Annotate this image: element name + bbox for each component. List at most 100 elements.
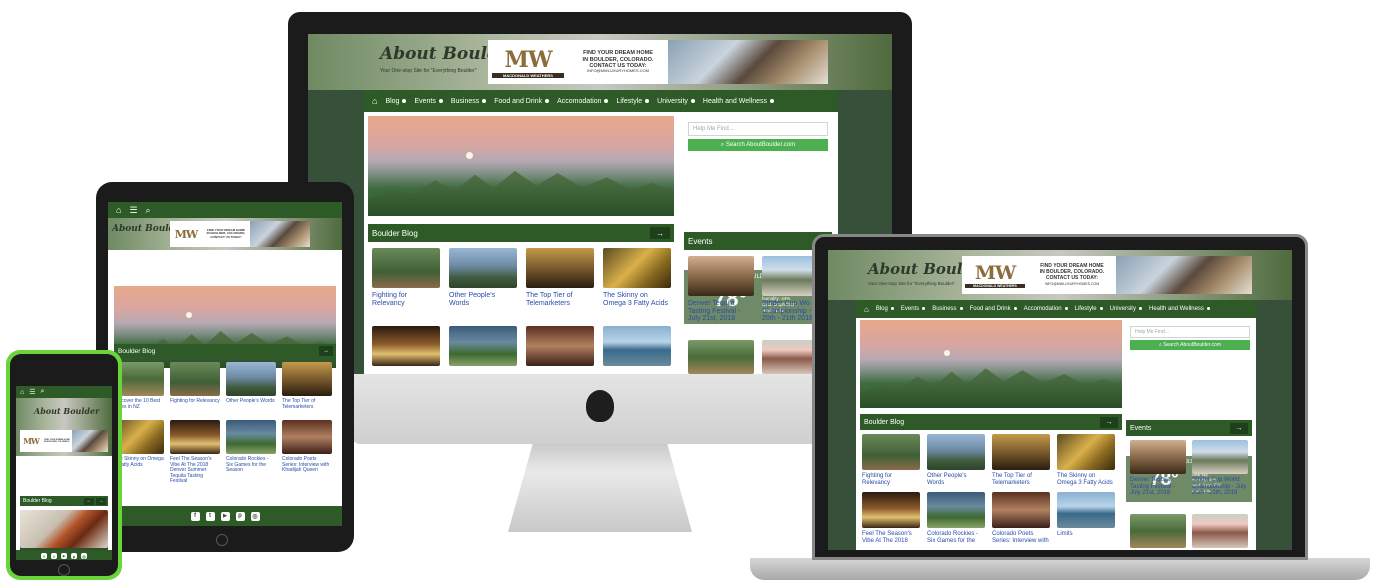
nav-item-lifestyle[interactable]: Lifestyle (1075, 306, 1103, 312)
blog-thumb[interactable] (449, 248, 517, 288)
events-next-button[interactable]: → (1230, 422, 1248, 434)
blog-post-title[interactable]: Other People's Words (927, 473, 985, 486)
youtube-icon[interactable]: ▶ (220, 511, 230, 521)
header-ad[interactable]: MW MACDONALD WEATHERS FIND YOUR DREAM HO… (962, 256, 1252, 294)
nav-item-business[interactable]: Business (932, 306, 963, 312)
pinterest-icon[interactable]: p (235, 511, 245, 521)
search-button[interactable]: ⌕ Search AboutBoulder.com (1130, 340, 1250, 350)
nav-item-blog[interactable]: Blog (385, 98, 407, 105)
blog-section-header[interactable]: Boulder Blog → (368, 224, 674, 242)
search-icon[interactable]: ⌕ (146, 205, 151, 216)
blog-thumb[interactable] (372, 248, 440, 288)
blog-post-title[interactable]: Other People's Words (449, 292, 517, 307)
blog-post-title[interactable]: The Skinny on Omega 3 Fatty Acids (603, 292, 671, 307)
nav-item-university[interactable]: University (657, 98, 695, 105)
header-ad[interactable]: MW MACDONALD WEATHERS FIND YOUR DREAM HO… (488, 40, 828, 84)
blog-thumb[interactable] (603, 248, 671, 288)
header-ad[interactable]: MW FIND YOUR DREAM HOME IN BOULDER, COLO… (170, 221, 310, 247)
blog-thumb[interactable] (282, 362, 332, 396)
blog-thumb[interactable] (526, 248, 594, 288)
event-thumb[interactable] (1192, 440, 1248, 474)
blog-post-title[interactable]: Fighting for Relevancy (862, 473, 920, 486)
blog-post-title[interactable]: The Top Tier of Telemarketers (526, 292, 594, 307)
blog-section-header[interactable]: Boulder Blog → (860, 414, 1122, 430)
youtube-icon[interactable]: ▶ (61, 553, 67, 559)
event-title[interactable]: Denver Tequila Tasting Festival - July 2… (688, 300, 754, 323)
event-thumb[interactable] (1130, 440, 1186, 474)
blog-post-title[interactable]: Feel The Season's Vibe At The 2018 Denve… (170, 456, 220, 485)
pinterest-icon[interactable]: p (71, 553, 77, 559)
blog-thumb[interactable] (226, 420, 276, 454)
instagram-icon[interactable]: ◎ (250, 511, 260, 521)
blog-thumb[interactable] (992, 492, 1050, 528)
facebook-icon[interactable]: f (190, 511, 200, 521)
home-icon[interactable]: ⌂ (372, 96, 377, 106)
twitter-icon[interactable]: t (205, 511, 215, 521)
blog-thumb[interactable] (603, 326, 671, 366)
blog-next-button[interactable]: → (96, 497, 106, 505)
nav-item-university[interactable]: University (1110, 306, 1142, 312)
blog-thumb[interactable] (449, 326, 517, 366)
search-icon[interactable]: ⌕ (41, 388, 45, 396)
blog-prev-button[interactable]: ← (84, 497, 94, 505)
blog-post-title[interactable]: Colorado Rockies - Six Games for the (927, 531, 985, 544)
blog-thumb[interactable] (927, 492, 985, 528)
event-thumb[interactable] (1192, 514, 1248, 548)
menu-icon[interactable]: ☰ (129, 205, 137, 216)
blog-thumb[interactable] (170, 362, 220, 396)
blog-thumb[interactable] (170, 420, 220, 454)
nav-item-events[interactable]: Events (901, 306, 926, 312)
blog-section-header[interactable]: Boulder Blog ← → (20, 496, 108, 506)
blog-thumb[interactable] (1057, 492, 1115, 528)
blog-thumb[interactable] (1057, 434, 1115, 470)
home-icon[interactable]: ⌂ (864, 305, 869, 314)
blog-post-title[interactable]: Limits (1057, 531, 1115, 538)
blog-thumb[interactable] (372, 326, 440, 366)
blog-post-title[interactable]: The Skinny on Omega 3 Fatty Acids (1057, 473, 1115, 486)
site-logo[interactable]: About Boulder (34, 406, 99, 416)
events-section-header[interactable]: Events → (1126, 420, 1252, 436)
search-input[interactable]: Help Me Find... (688, 122, 828, 136)
blog-thumb[interactable] (862, 492, 920, 528)
twitter-icon[interactable]: t (51, 553, 57, 559)
blog-post-title[interactable]: Colorado Poets Series: Interview with (992, 531, 1050, 544)
nav-item-lifestyle[interactable]: Lifestyle (616, 98, 650, 105)
blog-thumb[interactable] (20, 510, 108, 548)
blog-thumb[interactable] (526, 326, 594, 366)
blog-next-button[interactable]: → (650, 227, 670, 239)
nav-item-blog[interactable]: Blog (876, 306, 894, 312)
instagram-icon[interactable]: ◎ (81, 553, 87, 559)
home-icon[interactable]: ⌂ (20, 389, 24, 396)
blog-thumb[interactable] (862, 434, 920, 470)
blog-post-title[interactable]: Colorado Rockies - Six Games for the Sea… (226, 456, 276, 474)
nav-item-health-and-wellness[interactable]: Health and Wellness (703, 98, 774, 105)
nav-item-accomodation[interactable]: Accomodation (557, 98, 609, 105)
nav-item-food-and-drink[interactable]: Food and Drink (970, 306, 1017, 312)
event-thumb[interactable] (688, 256, 754, 296)
nav-item-accomodation[interactable]: Accomodation (1024, 306, 1068, 312)
search-input[interactable]: Help Me Find... (1130, 326, 1250, 338)
blog-post-title[interactable]: Colorado Poets Series: Interview with Kh… (282, 456, 332, 474)
facebook-icon[interactable]: f (41, 553, 47, 559)
event-thumb[interactable] (1130, 514, 1186, 548)
event-title[interactable]: Denver Tequila Tasting Festival - July 2… (1130, 477, 1186, 497)
blog-post-title[interactable]: Other People's Words (226, 398, 276, 405)
blog-next-button[interactable]: → (1100, 416, 1118, 428)
blog-post-title[interactable]: Fighting for Relevancy (372, 292, 440, 307)
nav-item-health-and-wellness[interactable]: Health and Wellness (1149, 306, 1210, 312)
blog-thumb[interactable] (992, 434, 1050, 470)
blog-thumb[interactable] (226, 362, 276, 396)
blog-post-title[interactable]: Fighting for Relevancy (170, 398, 220, 405)
nav-item-business[interactable]: Business (451, 98, 487, 105)
blog-thumb[interactable] (282, 420, 332, 454)
blog-thumb[interactable] (927, 434, 985, 470)
header-ad[interactable]: MW FIND YOUR DREAM HOME IN BOULDER, COLO… (20, 430, 108, 452)
blog-section-header[interactable]: Boulder Blog → (114, 344, 336, 358)
event-thumb[interactable] (688, 340, 754, 374)
blog-post-title[interactable]: The Top Tier of Telemarketers (992, 473, 1050, 486)
event-title[interactable]: Strider Cup World Championship - July 20… (1192, 477, 1250, 497)
blog-post-title[interactable]: Feel The Season's Vibe At The 2018 (862, 531, 920, 544)
menu-icon[interactable]: ☰ (29, 388, 35, 396)
home-icon[interactable]: ⌂ (116, 205, 121, 215)
nav-item-events[interactable]: Events (414, 98, 443, 105)
